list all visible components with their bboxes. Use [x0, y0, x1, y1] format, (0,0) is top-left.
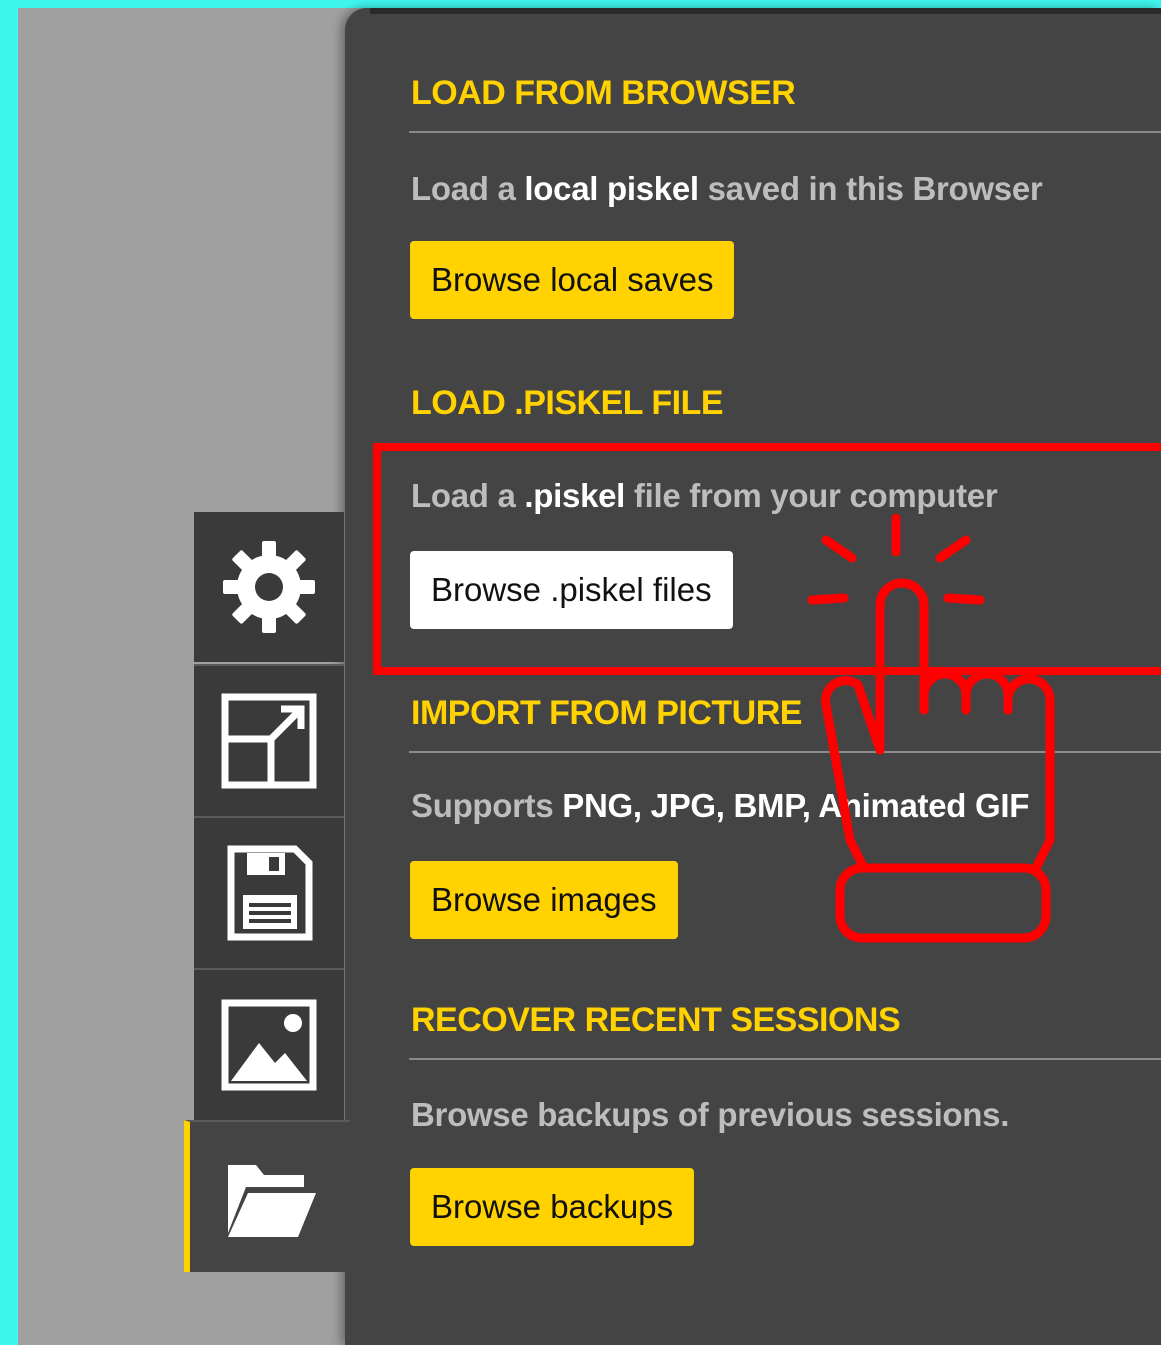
- browse-images-button[interactable]: Browse images: [410, 861, 678, 939]
- image-icon: [221, 999, 317, 1091]
- panel-top-strip: [370, 8, 1161, 14]
- section-desc-load-browser: Load a local piskel saved in this Browse…: [411, 170, 1043, 207]
- tab-settings[interactable]: [194, 512, 344, 662]
- section-title-load-piskel: LOAD .PISKEL FILE: [411, 384, 724, 422]
- section-title-import-picture: IMPORT FROM PICTURE: [411, 694, 802, 732]
- pointing-hand-icon: [807, 513, 1055, 943]
- section-divider: [409, 1058, 1161, 1060]
- tab-import[interactable]: [184, 1120, 350, 1272]
- section-desc-recover-sessions: Browse backups of previous sessions.: [411, 1096, 1010, 1133]
- save-icon: [227, 845, 313, 941]
- gear-icon: [223, 541, 315, 633]
- browse-backups-button[interactable]: Browse backups: [410, 1168, 695, 1246]
- tab-export[interactable]: [194, 968, 344, 1120]
- section-title-recover-sessions: RECOVER RECENT SESSIONS: [411, 1001, 901, 1039]
- tab-save[interactable]: [194, 816, 344, 968]
- tab-resize[interactable]: [194, 664, 344, 816]
- resize-icon: [221, 693, 317, 789]
- section-title-load-browser: LOAD FROM BROWSER: [411, 74, 796, 112]
- folder-open-icon: [228, 1165, 316, 1237]
- browse-local-saves-button[interactable]: Browse local saves: [410, 241, 735, 319]
- section-divider: [409, 131, 1161, 133]
